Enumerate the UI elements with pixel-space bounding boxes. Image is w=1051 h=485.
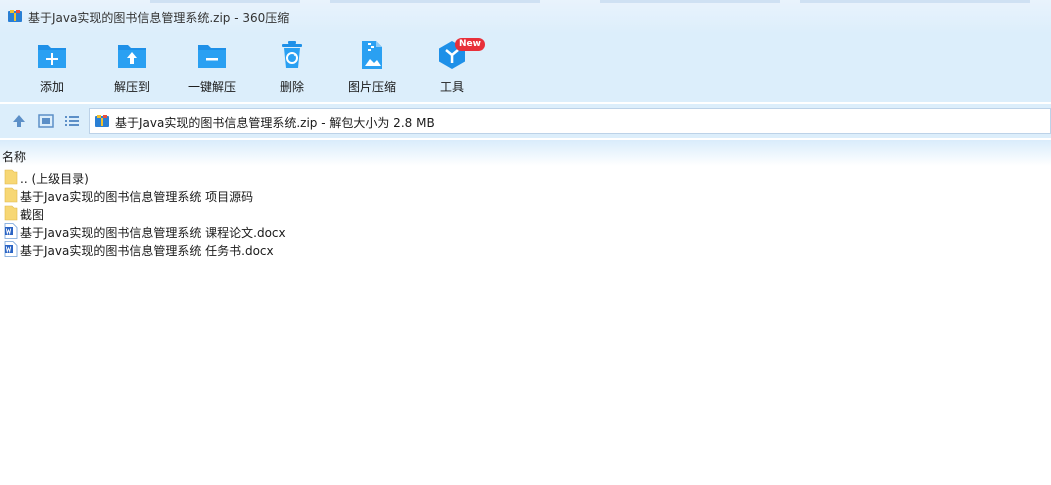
address-field[interactable]: 基于Java实现的图书信息管理系统.zip - 解包大小为 2.8 MB: [89, 108, 1051, 134]
window-top-strip: [330, 0, 540, 3]
list-view-icon[interactable]: [64, 113, 80, 129]
extract-to-label: 解压到: [113, 80, 150, 94]
tools-button[interactable]: New 工具: [419, 38, 485, 98]
toolbar: 添加 解压到 一键解压 删除 图片压缩 New 工具: [0, 34, 1051, 102]
folder-minus-icon: [198, 45, 226, 68]
list-item-name: .. (上级目录): [20, 172, 89, 186]
delete-button[interactable]: 删除: [259, 40, 325, 98]
title-bar: 基于Java实现的图书信息管理系统.zip - 360压缩: [0, 0, 1051, 34]
new-badge: New: [455, 38, 485, 51]
tools-label: 工具: [439, 80, 464, 94]
one-click-extract-button[interactable]: 一键解压: [179, 40, 245, 98]
image-compress-label: 图片压缩: [347, 80, 396, 94]
list-item-name: 基于Java实现的图书信息管理系统 课程论文.docx: [20, 226, 286, 240]
extract-to-button[interactable]: 解压到: [99, 40, 165, 98]
list-item[interactable]: 基于Java实现的图书信息管理系统 课程论文.docx: [0, 222, 1051, 240]
list-item[interactable]: 基于Java实现的图书信息管理系统 任务书.docx: [0, 240, 1051, 258]
add-button[interactable]: 添加: [19, 40, 85, 98]
delete-label: 删除: [279, 80, 304, 94]
folder-upload-icon: [118, 45, 146, 68]
window-title: 基于Java实现的图书信息管理系统.zip - 360压缩: [28, 11, 290, 25]
folder-plus-icon: [38, 45, 66, 68]
word-document-icon: [4, 223, 18, 239]
column-header-name[interactable]: 名称: [2, 148, 26, 165]
address-path: 基于Java实现的图书信息管理系统.zip - 解包大小为 2.8 MB: [115, 116, 435, 130]
add-label: 添加: [39, 80, 64, 94]
file-list: .. (上级目录) 基于Java实现的图书信息管理系统 项目源码 截图 基于Ja…: [0, 168, 1051, 258]
list-item-name: 基于Java实现的图书信息管理系统 任务书.docx: [20, 244, 274, 258]
list-item-name: 截图: [20, 208, 45, 222]
list-item[interactable]: 基于Java实现的图书信息管理系统 项目源码: [0, 186, 1051, 204]
archive-icon: [8, 10, 22, 22]
list-header: 名称: [0, 140, 1051, 166]
one-click-extract-label: 一键解压: [187, 80, 236, 94]
word-document-icon: [4, 241, 18, 257]
zip-image-icon: [362, 41, 382, 69]
list-item[interactable]: 截图: [0, 204, 1051, 222]
folder-icon: [4, 169, 18, 185]
list-item-name: 基于Java实现的图书信息管理系统 项目源码: [20, 190, 254, 204]
window-top-strip: [600, 0, 780, 3]
window-top-strip: [150, 0, 300, 3]
window-top-strip: [800, 0, 1030, 3]
archive-icon: [95, 115, 109, 127]
image-compress-button[interactable]: 图片压缩: [339, 40, 405, 98]
folder-icon: [4, 205, 18, 221]
thumbnail-view-icon[interactable]: [38, 113, 54, 129]
address-bar: 基于Java实现的图书信息管理系统.zip - 解包大小为 2.8 MB: [0, 104, 1051, 138]
up-arrow-icon[interactable]: [11, 113, 27, 129]
folder-icon: [4, 187, 18, 203]
list-item[interactable]: .. (上级目录): [0, 168, 1051, 186]
recycle-bin-icon: [282, 41, 302, 68]
